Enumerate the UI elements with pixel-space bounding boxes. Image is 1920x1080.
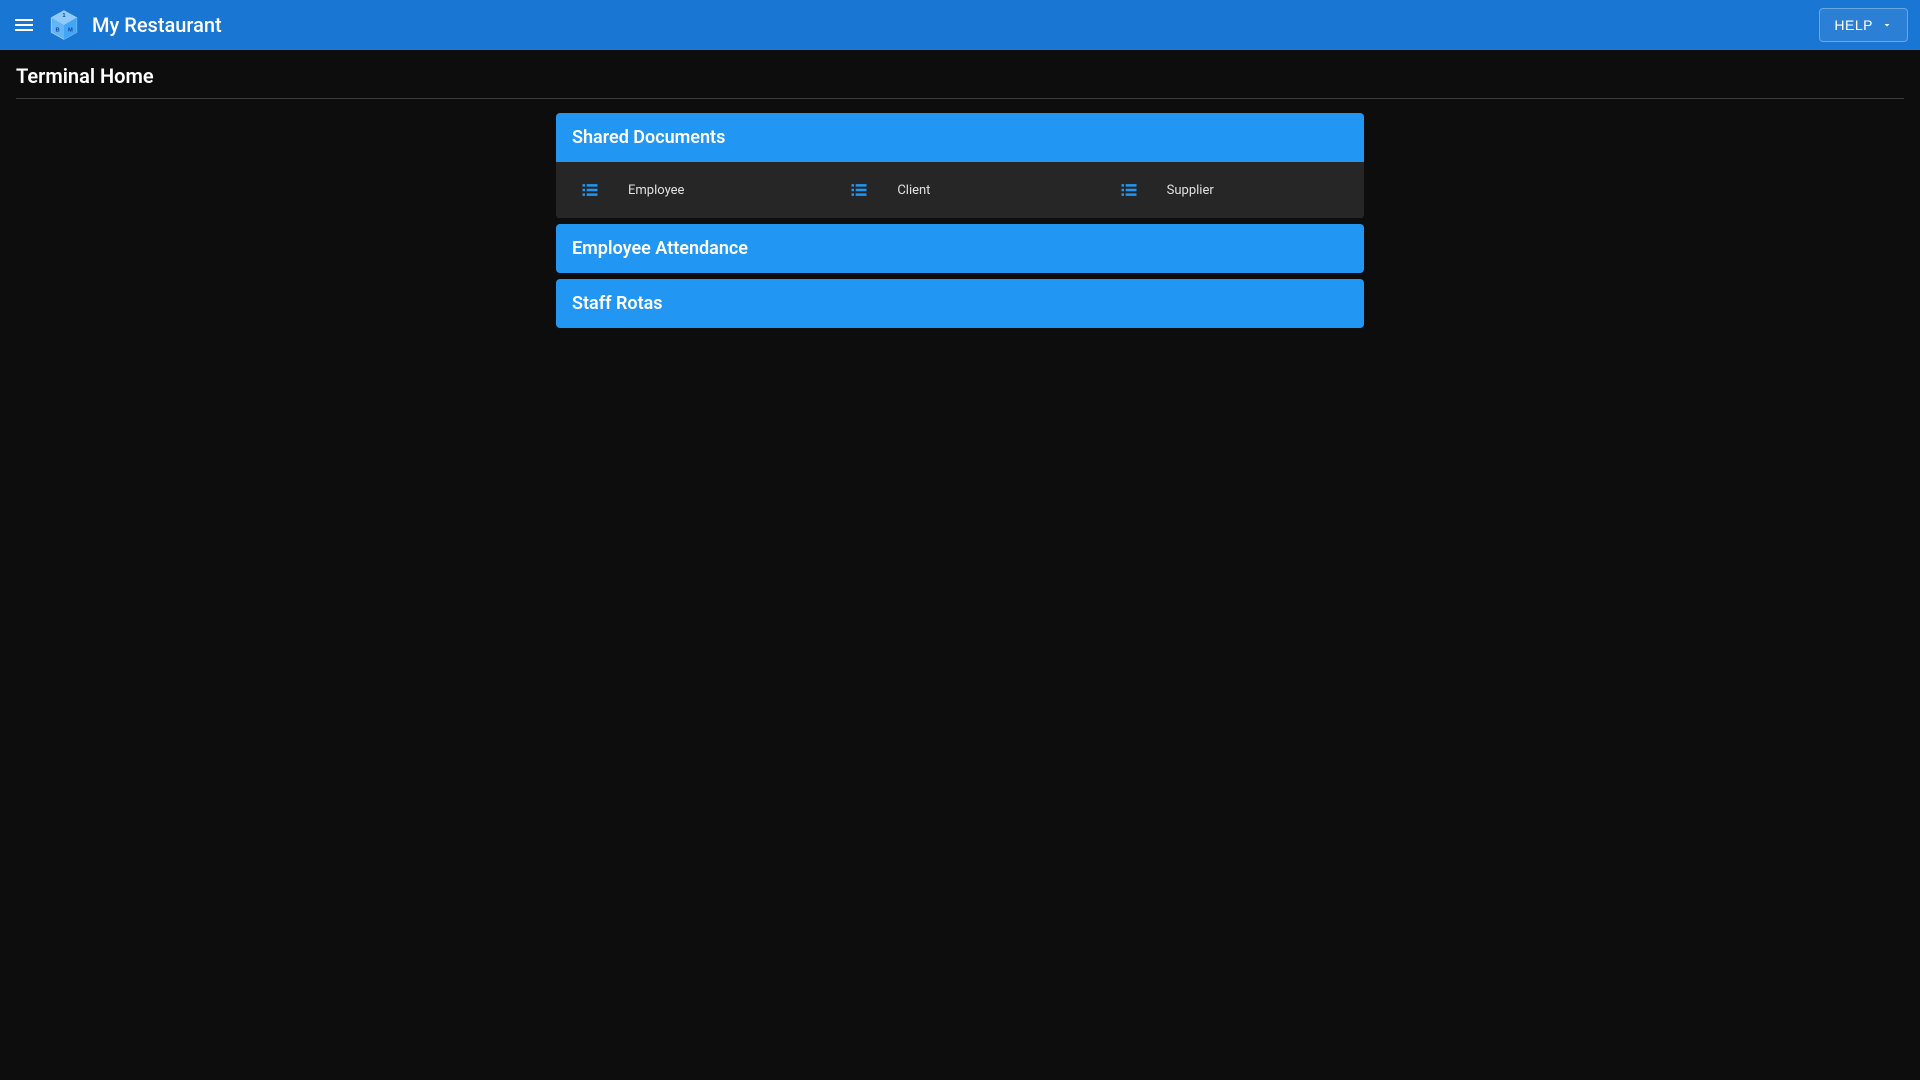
card-header-employee-attendance[interactable]: Employee Attendance	[556, 224, 1364, 273]
page-title: Terminal Home	[16, 64, 1904, 99]
chevron-down-icon	[1881, 19, 1893, 31]
app-title: My Restaurant	[92, 13, 1819, 37]
doc-item-client[interactable]: Client	[825, 162, 1094, 218]
card-body-shared-documents: Employee Client Supplier	[556, 162, 1364, 218]
card-header-staff-rotas[interactable]: Staff Rotas	[556, 279, 1364, 328]
cards-container: Shared Documents Employee Client	[556, 113, 1364, 328]
doc-item-label: Supplier	[1167, 183, 1214, 198]
list-icon	[580, 180, 600, 200]
doc-item-label: Client	[897, 183, 930, 198]
doc-item-supplier[interactable]: Supplier	[1095, 162, 1364, 218]
card-header-shared-documents[interactable]: Shared Documents	[556, 113, 1364, 162]
app-logo-icon: 1 B M	[48, 9, 80, 41]
page-content: Terminal Home Shared Documents Employee …	[0, 50, 1920, 348]
svg-text:M: M	[68, 27, 73, 33]
help-button-label: HELP	[1834, 17, 1873, 33]
doc-item-employee[interactable]: Employee	[556, 162, 825, 218]
svg-text:B: B	[56, 27, 60, 33]
menu-icon[interactable]	[12, 13, 36, 37]
help-button[interactable]: HELP	[1819, 8, 1908, 42]
list-icon	[1119, 180, 1139, 200]
app-header: 1 B M My Restaurant HELP	[0, 0, 1920, 50]
list-icon	[849, 180, 869, 200]
card-shared-documents: Shared Documents Employee Client	[556, 113, 1364, 218]
card-employee-attendance: Employee Attendance	[556, 224, 1364, 273]
doc-item-label: Employee	[628, 183, 684, 198]
card-staff-rotas: Staff Rotas	[556, 279, 1364, 328]
